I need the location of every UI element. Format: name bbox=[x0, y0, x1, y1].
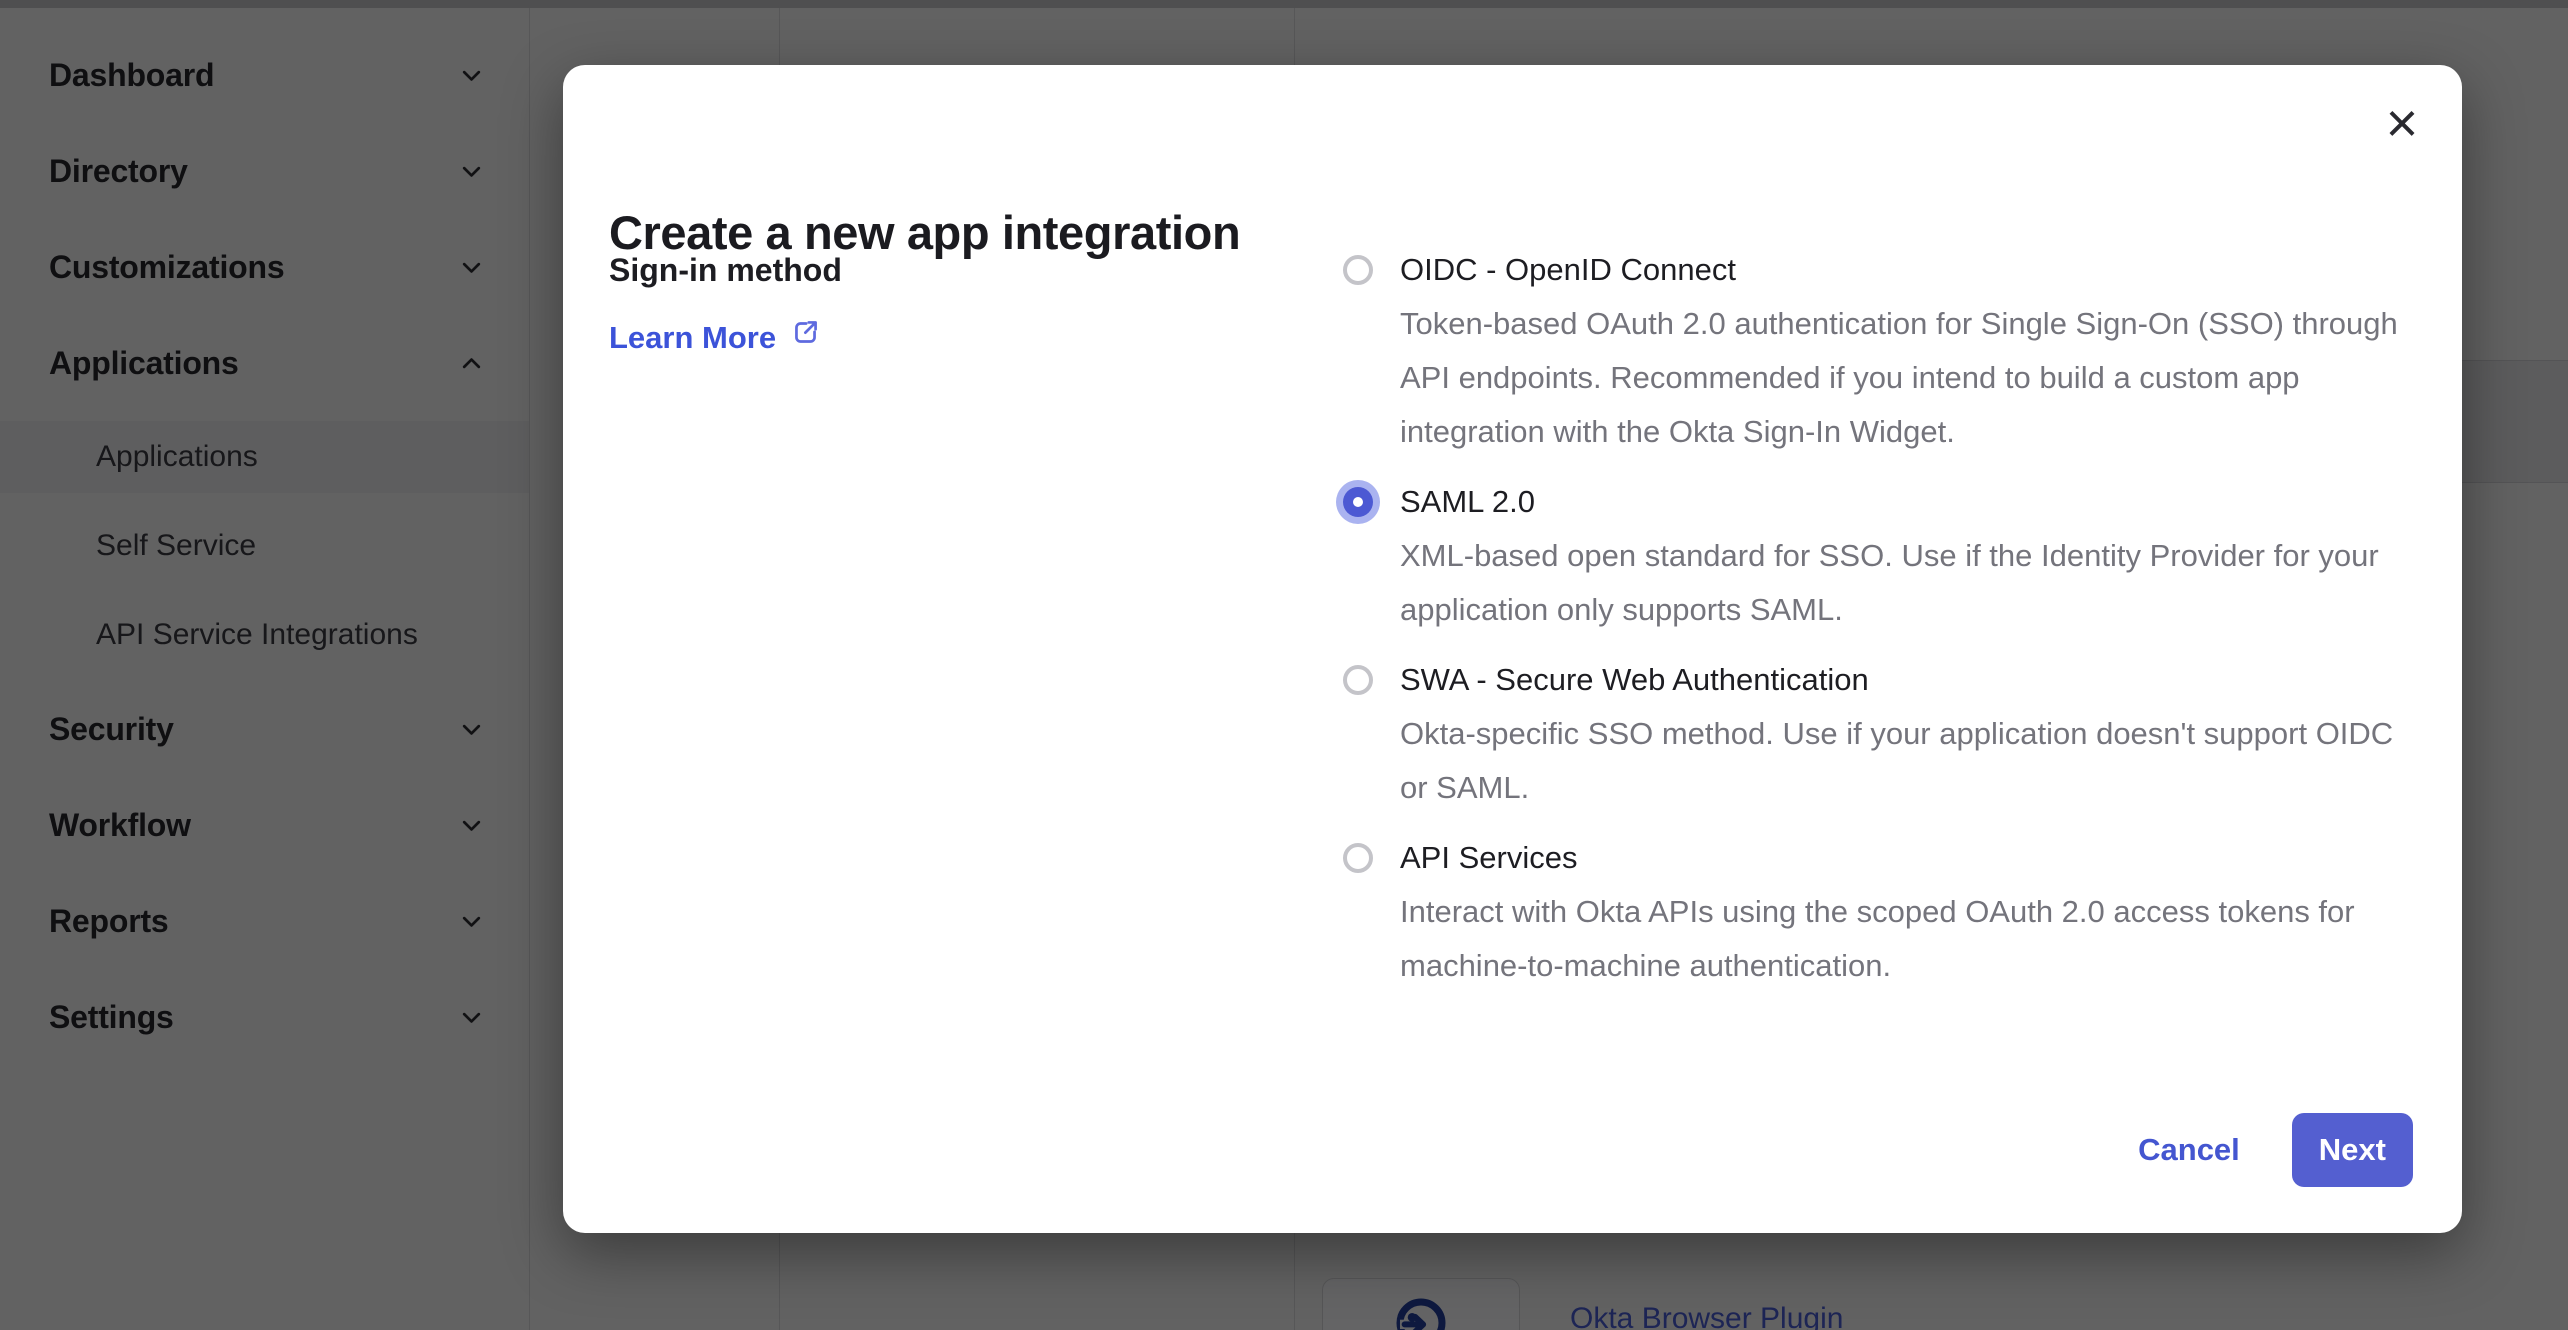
cancel-button[interactable]: Cancel bbox=[2138, 1132, 2240, 1168]
sign-in-method-label: Sign-in method bbox=[609, 243, 842, 297]
option-description-oidc: Token-based OAuth 2.0 authentication for… bbox=[1400, 297, 2420, 459]
option-label-saml[interactable]: SAML 2.0 bbox=[1400, 475, 2420, 529]
option-description-saml: XML-based open standard for SSO. Use if … bbox=[1400, 529, 2420, 637]
option-label-swa[interactable]: SWA - Secure Web Authentication bbox=[1400, 653, 2420, 707]
dialog-footer: Cancel Next bbox=[2138, 1113, 2413, 1187]
learn-more-label: Learn More bbox=[609, 311, 776, 365]
radio-oidc[interactable] bbox=[1343, 255, 1373, 285]
option-description-swa: Okta-specific SSO method. Use if your ap… bbox=[1400, 707, 2420, 815]
radio-saml-selected[interactable] bbox=[1343, 487, 1373, 517]
sign-in-method-section: Sign-in method Learn More bbox=[609, 243, 842, 365]
create-app-integration-dialog: × Create a new app integration Sign-in m… bbox=[563, 65, 2462, 1233]
option-label-api-services[interactable]: API Services bbox=[1400, 831, 2420, 885]
sign-in-method-options: OIDC - OpenID Connect Token-based OAuth … bbox=[1343, 243, 2433, 1009]
option-label-oidc[interactable]: OIDC - OpenID Connect bbox=[1400, 243, 2420, 297]
next-button[interactable]: Next bbox=[2292, 1113, 2413, 1187]
screen: Dashboard Directory Customizations Appli… bbox=[0, 0, 2568, 1330]
radio-api-services[interactable] bbox=[1343, 843, 1373, 873]
option-saml[interactable]: SAML 2.0 XML-based open standard for SSO… bbox=[1343, 475, 2433, 637]
option-oidc[interactable]: OIDC - OpenID Connect Token-based OAuth … bbox=[1343, 243, 2433, 459]
option-swa[interactable]: SWA - Secure Web Authentication Okta-spe… bbox=[1343, 653, 2433, 815]
option-api-services[interactable]: API Services Interact with Okta APIs usi… bbox=[1343, 831, 2433, 993]
learn-more-link[interactable]: Learn More bbox=[609, 311, 842, 365]
option-description-api-services: Interact with Okta APIs using the scoped… bbox=[1400, 885, 2420, 993]
close-icon[interactable]: × bbox=[2374, 95, 2430, 151]
external-link-icon bbox=[790, 311, 821, 365]
radio-swa[interactable] bbox=[1343, 665, 1373, 695]
